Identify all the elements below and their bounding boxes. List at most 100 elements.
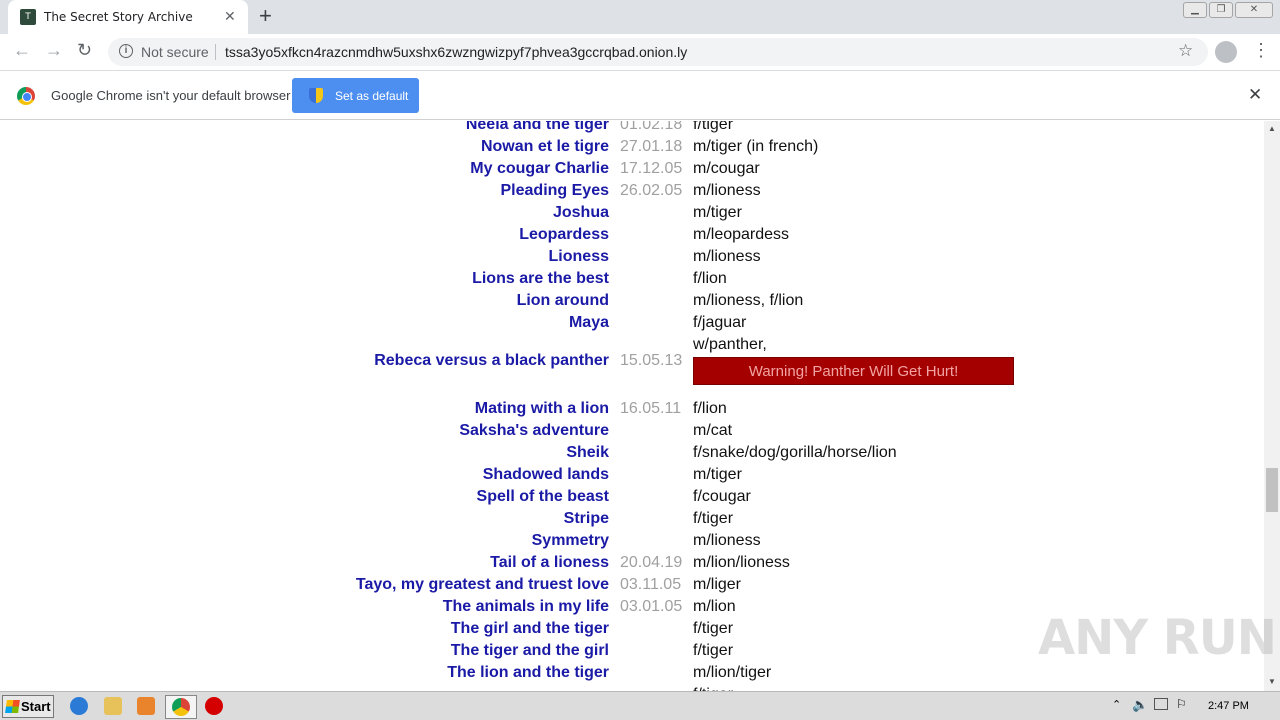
site-info-icon[interactable]: i [119,44,133,58]
forward-arrow-icon[interactable]: → [45,40,63,61]
story-date: 01.02.18 [620,121,683,133]
browser-toolbar: ← → ↻ i Not secure tssa3yo5xfkcn4razcnmd… [0,34,1280,71]
story-title-link[interactable]: The tiger and the girl [451,642,609,660]
new-tab-icon[interactable]: + [259,3,272,29]
anyrun-watermark: ANY RUN [1038,610,1277,666]
story-category: w/panther, [693,336,767,353]
volume-icon[interactable]: 🔈 [1132,697,1148,713]
menu-kebab-icon[interactable]: ⋮ [1252,40,1270,61]
windows-taskbar: Start ⌃ 🔈 ⚐ 2:47 PM [0,691,1280,720]
uac-shield-icon [309,88,323,103]
story-category: f/tiger [693,121,734,133]
story-title-link[interactable]: My cougar Charlie [470,160,609,178]
page-scrollbar[interactable]: ▲ ▼ [1264,121,1280,691]
profile-avatar-icon[interactable] [1215,41,1237,63]
opera-icon[interactable] [205,697,223,715]
story-title-link[interactable]: Maya [569,314,609,332]
story-title-link[interactable]: Leopardess [519,226,609,244]
internet-explorer-icon[interactable] [70,697,88,715]
story-category: m/lioness [693,182,761,199]
not-secure-label[interactable]: Not secure [141,44,209,60]
story-category: m/cougar [693,160,760,177]
story-title-link[interactable]: Sheik [566,444,609,462]
infobar-close-icon[interactable]: ✕ [1248,85,1262,105]
chrome-logo-icon [17,87,35,105]
browser-title-bar: T The Secret Story Archive ✕ + ▁ ❐ ✕ [0,0,1280,34]
story-row: Mating with a lion 16.05.11 f/lion [0,400,1264,422]
taskbar-chrome-button[interactable] [165,695,197,719]
close-window-icon[interactable]: ✕ [1235,2,1273,18]
story-title-link[interactable]: Spell of the beast [477,488,609,506]
story-date: 03.11.05 [620,576,682,593]
story-title-link[interactable]: The girl and the tiger [451,620,609,638]
story-date: 03.01.05 [620,598,683,615]
story-category: m/tiger [693,466,742,483]
story-title-link[interactable]: Symmetry [532,532,609,550]
start-button[interactable]: Start [2,695,54,718]
start-label: Start [21,699,51,714]
story-title-link[interactable]: Lion around [517,292,609,310]
story-date: 15.05.13 [620,352,683,369]
story-date: 26.02.05 [620,182,683,199]
browser-tab[interactable]: T The Secret Story Archive ✕ [8,0,248,34]
story-title-link[interactable]: The lion and the tiger [447,664,609,682]
network-icon[interactable] [1154,698,1168,710]
story-title-link[interactable]: Neela and the tiger [466,121,609,134]
story-row: Pleading Eyes 26.02.05 m/lioness [0,182,1264,204]
story-title-link[interactable]: Shadowed lands [483,466,609,484]
story-row: Joshua m/tiger [0,204,1264,226]
back-arrow-icon[interactable]: ← [13,40,31,61]
story-category: f/lion [693,400,727,417]
story-category: m/lion [693,598,736,615]
story-row: The lion and the tiger m/lion/tiger [0,664,1264,686]
media-player-icon[interactable] [137,697,155,715]
story-row: Shadowed lands m/tiger [0,466,1264,488]
story-row: Rebeca versus a black panther 15.05.13 w/p… [0,336,1264,386]
bookmark-star-icon[interactable]: ☆ [1178,41,1193,61]
system-tray: ⌃ 🔈 ⚐ [1104,694,1280,719]
story-title-link[interactable]: Saksha's adventure [459,422,609,440]
taskbar-clock[interactable]: 2:47 PM [1208,700,1249,712]
action-center-flag-icon[interactable]: ⚐ [1176,697,1187,711]
url-text[interactable]: tssa3yo5xfkcn4razcnmdhw5uxshx6zwzngwizpy… [225,44,687,60]
story-title-link[interactable]: Tayo, my greatest and truest love [356,576,609,594]
set-as-default-button[interactable]: Set as default [292,78,419,113]
story-date: 17.12.05 [620,160,683,177]
story-title-link[interactable]: Mating with a lion [475,400,609,418]
story-row: Lion around m/lioness, f/lion [0,292,1264,314]
set-as-default-label: Set as default [335,89,409,103]
story-category: m/lion/tiger [693,664,772,681]
story-title-link[interactable]: Joshua [553,204,609,222]
scroll-up-arrow-icon[interactable]: ▲ [1268,124,1276,133]
story-row: Lioness m/lioness [0,248,1264,270]
story-category: f/tiger [693,642,734,659]
story-title-link[interactable]: Lions are the best [472,270,609,288]
story-category: m/tiger [693,204,742,221]
story-row: Lions are the best f/lion [0,270,1264,292]
story-category: f/cougar [693,488,751,505]
minimize-window-icon[interactable]: ▁ [1183,2,1207,18]
story-title-link[interactable]: Pleading Eyes [501,182,610,200]
story-title-link[interactable]: Lioness [549,248,609,266]
address-separator [215,44,216,60]
story-category: f/tiger [693,510,734,527]
reload-icon[interactable]: ↻ [77,40,92,61]
address-bar[interactable]: i Not secure tssa3yo5xfkcn4razcnmdhw5uxs… [108,38,1208,66]
story-row: Sheik f/snake/dog/gorilla/horse/lion [0,444,1264,466]
story-title-link[interactable]: Nowan et le tigre [481,138,609,156]
file-explorer-icon[interactable] [104,697,122,715]
windows-logo-icon [5,700,20,713]
story-title-link[interactable]: The animals in my life [443,598,609,616]
story-row: Nowan et le tigre 27.01.18 m/tiger (in fre… [0,138,1264,160]
story-row: Tail of a lioness 20.04.19 m/lion/lioness [0,554,1264,576]
show-hidden-icons-icon[interactable]: ⌃ [1112,698,1121,711]
story-title-link[interactable]: Tail of a lioness [490,554,609,572]
story-title-link[interactable]: Rebeca versus a black panther [374,352,609,370]
story-category: m/cat [693,422,733,439]
story-title-link[interactable]: Stripe [564,510,609,528]
restore-window-icon[interactable]: ❐ [1209,2,1233,18]
story-category: f/lion [693,270,727,287]
tab-close-icon[interactable]: ✕ [224,8,236,25]
scroll-thumb[interactable] [1266,468,1278,512]
scroll-down-arrow-icon[interactable]: ▼ [1268,677,1276,686]
